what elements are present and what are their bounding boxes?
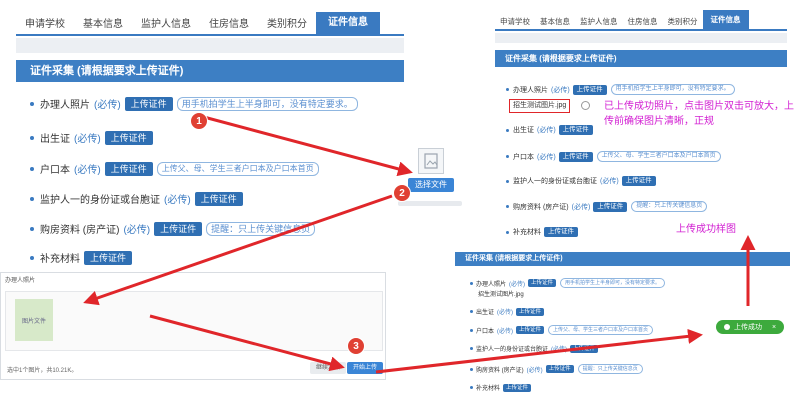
arrow-to-file-picker	[199, 114, 413, 177]
step-badge-2: 2	[393, 184, 411, 202]
arrow-to-dialog	[83, 194, 393, 306]
step-badge-3: 3	[347, 337, 365, 355]
arrow-to-success	[375, 328, 703, 374]
annotation-arrows	[83, 114, 756, 374]
step-badge-1: 1	[190, 112, 208, 130]
arrow-to-start-upload	[149, 314, 345, 372]
